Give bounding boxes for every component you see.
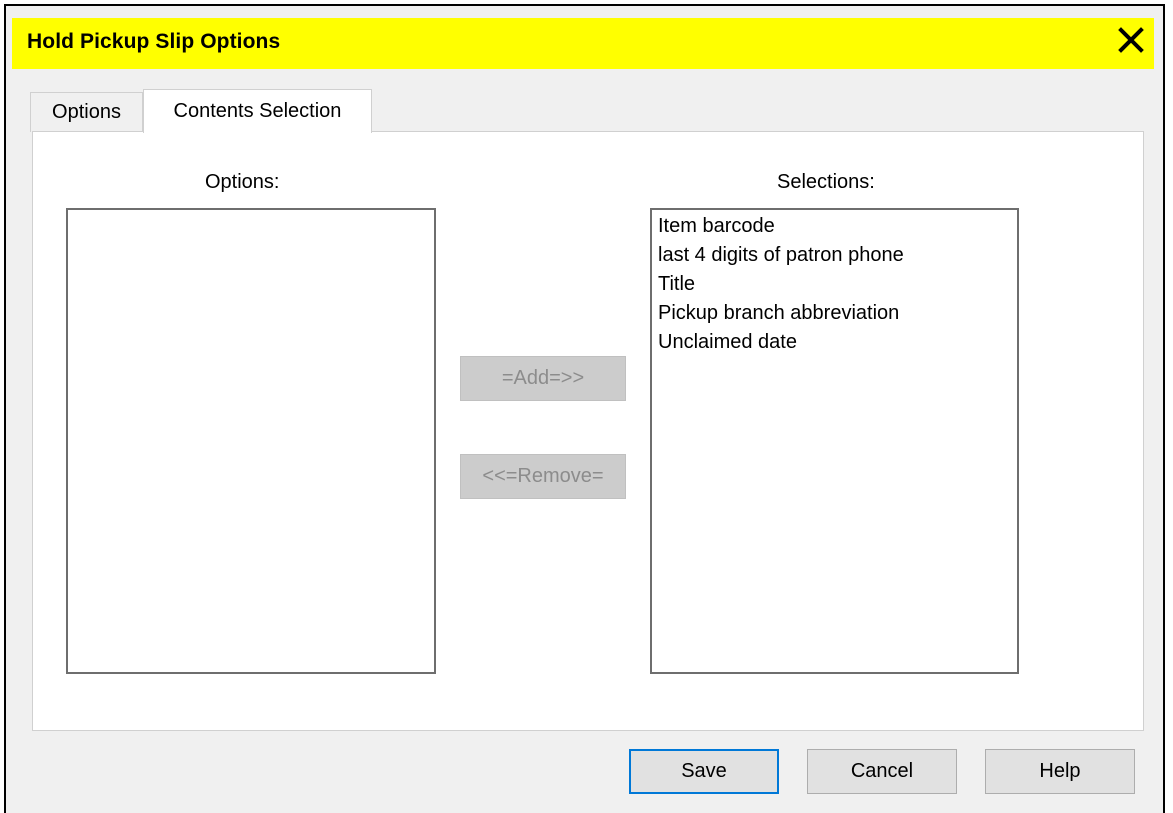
save-button[interactable]: Save (629, 749, 779, 794)
tab-options[interactable]: Options (30, 92, 143, 132)
help-button[interactable]: Help (985, 749, 1135, 794)
list-item[interactable]: Unclaimed date (652, 328, 1017, 357)
save-button-label: Save (681, 760, 727, 782)
add-button[interactable]: =Add=>> (460, 356, 626, 401)
selections-list-label: Selections: (777, 171, 875, 193)
list-item[interactable]: Pickup branch abbreviation (652, 299, 1017, 328)
dialog-title: Hold Pickup Slip Options (27, 30, 281, 53)
options-listbox[interactable] (66, 208, 436, 674)
list-item[interactable]: last 4 digits of patron phone (652, 241, 1017, 270)
options-list-label: Options: (205, 171, 280, 193)
remove-button-label: <<=Remove= (482, 465, 604, 487)
title-bar: Hold Pickup Slip Options (12, 18, 1154, 69)
tab-contents-selection[interactable]: Contents Selection (143, 89, 372, 133)
cancel-button-label: Cancel (850, 760, 914, 782)
selections-listbox[interactable]: Item barcode last 4 digits of patron phon… (650, 208, 1019, 674)
tab-contents-selection-label: Contents Selection (173, 100, 342, 122)
list-item[interactable]: Title (652, 270, 1017, 299)
tab-options-label: Options (52, 101, 121, 123)
cancel-button[interactable]: Cancel (807, 749, 957, 794)
remove-button[interactable]: <<=Remove= (460, 454, 626, 499)
add-button-label: =Add=>> (501, 367, 585, 389)
close-button[interactable] (1111, 21, 1151, 63)
help-button-label: Help (1039, 760, 1081, 782)
close-icon (1118, 26, 1144, 58)
list-item[interactable]: Item barcode (652, 212, 1017, 241)
